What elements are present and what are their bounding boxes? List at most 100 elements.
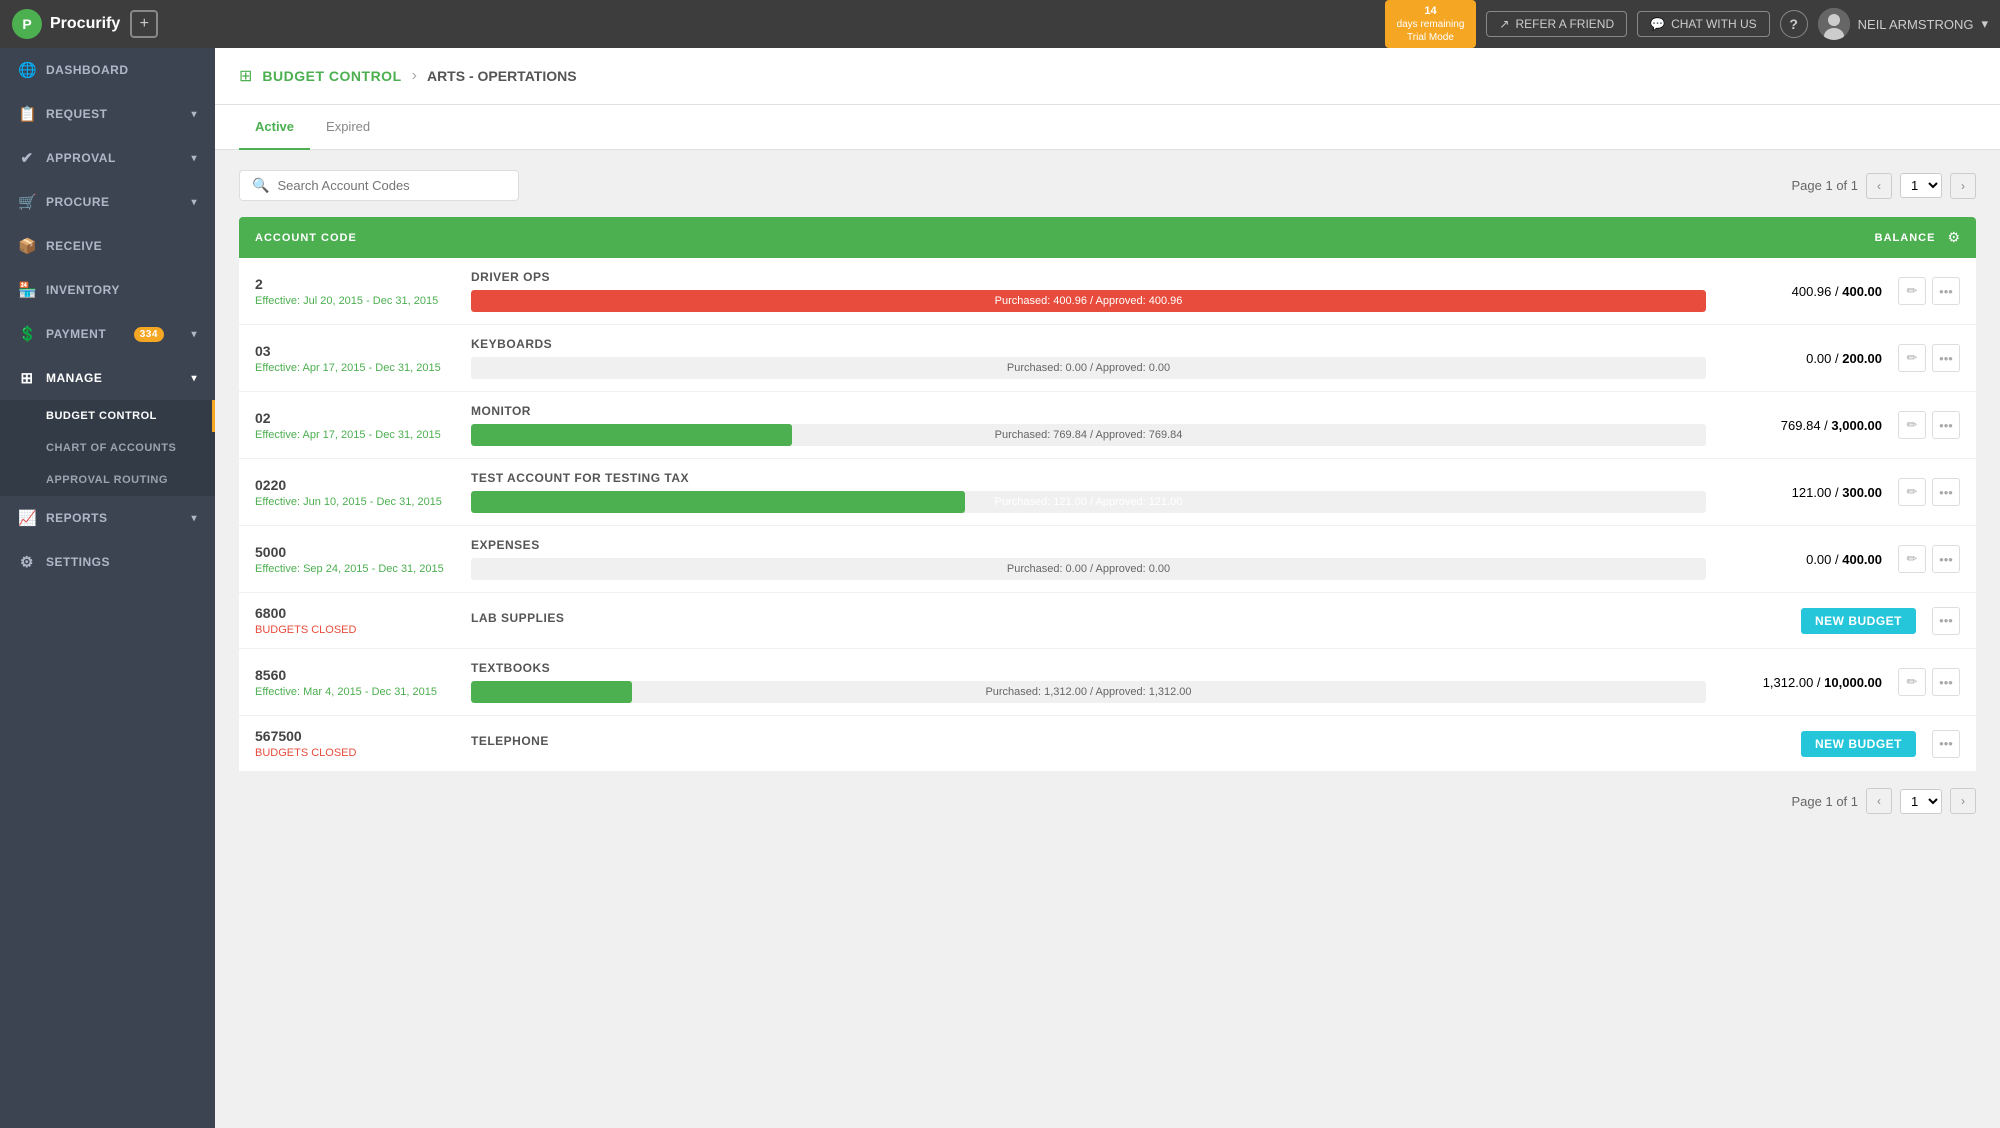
chat-icon: 💬 — [1650, 17, 1665, 31]
row-code-section: 567500 BUDGETS CLOSED — [255, 728, 455, 759]
receive-icon: 📦 — [18, 237, 36, 255]
row-code-section: 03 Effective: Apr 17, 2015 - Dec 31, 201… — [255, 343, 455, 374]
tab-expired[interactable]: Expired — [310, 105, 386, 150]
table-row: 5000 Effective: Sep 24, 2015 - Dec 31, 2… — [239, 526, 1976, 593]
sidebar-item-procure[interactable]: 🛒 PROCURE ▾ — [0, 180, 215, 224]
more-button[interactable]: ••• — [1932, 277, 1960, 305]
search-icon: 🔍 — [252, 177, 269, 194]
dashboard-icon: 🌐 — [18, 61, 36, 79]
row-middle: LAB SUPPLIES — [471, 611, 1740, 631]
approval-icon: ✔ — [18, 149, 36, 167]
chat-button[interactable]: 💬 CHAT WITH US — [1637, 11, 1770, 37]
new-budget-button[interactable]: NEW BUDGET — [1801, 731, 1916, 757]
row-balance: NEW BUDGET — [1756, 608, 1916, 634]
edit-button[interactable]: ✏ — [1898, 478, 1926, 506]
more-button[interactable]: ••• — [1932, 668, 1960, 696]
sidebar-item-inventory[interactable]: 🏪 INVENTORY — [0, 268, 215, 312]
table-row: 6800 BUDGETS CLOSED LAB SUPPLIES NEW BUD… — [239, 593, 1976, 649]
row-code-section: 0220 Effective: Jun 10, 2015 - Dec 31, 2… — [255, 477, 455, 508]
sidebar-item-approval-routing[interactable]: APPROVAL ROUTING — [0, 464, 215, 496]
edit-button[interactable]: ✏ — [1898, 277, 1926, 305]
sidebar-item-chart-of-accounts[interactable]: CHART OF ACCOUNTS — [0, 432, 215, 464]
help-button[interactable]: ? — [1780, 10, 1808, 38]
chevron-down-icon: ▾ — [191, 513, 197, 524]
table-settings-icon[interactable]: ⚙ — [1947, 229, 1960, 246]
account-code: 03 — [255, 343, 455, 359]
manage-icon: ⊞ — [18, 369, 36, 387]
sidebar-item-payment[interactable]: 💲 PAYMENT 334 ▾ — [0, 312, 215, 356]
edit-button[interactable]: ✏ — [1898, 668, 1926, 696]
tab-active[interactable]: Active — [239, 105, 310, 150]
logo-text: Procurify — [50, 15, 120, 33]
breadcrumb-link[interactable]: BUDGET CONTROL — [262, 68, 401, 84]
more-button[interactable]: ••• — [1932, 545, 1960, 573]
breadcrumb-separator: › — [412, 67, 417, 85]
row-actions: ✏ ••• — [1898, 411, 1960, 439]
sidebar-item-request[interactable]: 📋 REQUEST ▾ — [0, 92, 215, 136]
bottom-prev-button[interactable]: ‹ — [1866, 788, 1892, 814]
row-actions: ✏ ••• — [1898, 545, 1960, 573]
table-row: 02 Effective: Apr 17, 2015 - Dec 31, 201… — [239, 392, 1976, 459]
account-code: 8560 — [255, 667, 455, 683]
effective-date: Effective: Apr 17, 2015 - Dec 31, 2015 — [255, 362, 455, 374]
page-info: Page 1 of 1 — [1792, 178, 1859, 193]
prev-page-button[interactable]: ‹ — [1866, 173, 1892, 199]
sidebar-item-settings[interactable]: ⚙ SETTINGS — [0, 540, 215, 584]
account-code: 6800 — [255, 605, 455, 621]
row-middle: EXPENSES Purchased: 0.00 / Approved: 0.0… — [471, 538, 1706, 580]
search-box: 🔍 — [239, 170, 519, 201]
sidebar: 🌐 DASHBOARD 📋 REQUEST ▾ ✔ APPROVAL ▾ 🛒 P… — [0, 48, 215, 1128]
more-button[interactable]: ••• — [1932, 478, 1960, 506]
more-button[interactable]: ••• — [1932, 730, 1960, 758]
account-code: 02 — [255, 410, 455, 426]
sidebar-item-budget-control[interactable]: BUDGET CONTROL — [0, 400, 215, 432]
table-header: ACCOUNT CODE BALANCE ⚙ — [239, 217, 1976, 258]
submenu-label: CHART OF ACCOUNTS — [46, 442, 176, 454]
add-button[interactable]: + — [130, 10, 158, 38]
user-chevron: ▾ — [1981, 16, 1988, 32]
refer-friend-button[interactable]: ↗ REFER A FRIEND — [1486, 11, 1627, 37]
progress-bar: Purchased: 0.00 / Approved: 0.00 — [471, 558, 1706, 580]
chevron-down-icon: ▾ — [191, 197, 197, 208]
search-input[interactable] — [277, 178, 506, 193]
sidebar-item-receive[interactable]: 📦 RECEIVE — [0, 224, 215, 268]
sidebar-item-reports[interactable]: 📈 REPORTS ▾ — [0, 496, 215, 540]
row-code-section: 02 Effective: Apr 17, 2015 - Dec 31, 201… — [255, 410, 455, 441]
row-actions: ✏ ••• — [1898, 277, 1960, 305]
row-middle: DRIVER OPS Purchased: 400.96 / Approved:… — [471, 270, 1706, 312]
procure-icon: 🛒 — [18, 193, 36, 211]
page-select[interactable]: 1 — [1900, 173, 1942, 198]
sidebar-item-label: REQUEST — [46, 107, 108, 121]
user-menu[interactable]: NEIL ARMSTRONG ▾ — [1818, 8, 1988, 40]
edit-button[interactable]: ✏ — [1898, 411, 1926, 439]
row-actions: ••• — [1932, 730, 1960, 758]
effective-date: Effective: Apr 17, 2015 - Dec 31, 2015 — [255, 429, 455, 441]
sidebar-item-label: DASHBOARD — [46, 63, 129, 77]
edit-button[interactable]: ✏ — [1898, 545, 1926, 573]
more-button[interactable]: ••• — [1932, 607, 1960, 635]
progress-bar: Purchased: 0.00 / Approved: 0.00 — [471, 357, 1706, 379]
sidebar-item-manage[interactable]: ⊞ MANAGE ▾ — [0, 356, 215, 400]
more-button[interactable]: ••• — [1932, 411, 1960, 439]
sidebar-item-approval[interactable]: ✔ APPROVAL ▾ — [0, 136, 215, 180]
account-code: 567500 — [255, 728, 455, 744]
more-button[interactable]: ••• — [1932, 344, 1960, 372]
pagination: Page 1 of 1 ‹ 1 › — [1792, 173, 1977, 199]
account-code: 2 — [255, 276, 455, 292]
row-balance: 400.96 / 400.00 — [1722, 284, 1882, 299]
app-body: 🌐 DASHBOARD 📋 REQUEST ▾ ✔ APPROVAL ▾ 🛒 P… — [0, 48, 2000, 1128]
row-code-section: 2 Effective: Jul 20, 2015 - Dec 31, 2015 — [255, 276, 455, 307]
row-actions: ••• — [1932, 607, 1960, 635]
new-budget-button[interactable]: NEW BUDGET — [1801, 608, 1916, 634]
progress-text: Purchased: 769.84 / Approved: 769.84 — [471, 424, 1706, 446]
row-balance: 1,312.00 / 10,000.00 — [1722, 675, 1882, 690]
bottom-page-select[interactable]: 1 — [1900, 789, 1942, 814]
bottom-next-button[interactable]: › — [1950, 788, 1976, 814]
next-page-button[interactable]: › — [1950, 173, 1976, 199]
avatar — [1818, 8, 1850, 40]
sidebar-item-dashboard[interactable]: 🌐 DASHBOARD — [0, 48, 215, 92]
payment-icon: 💲 — [18, 325, 36, 343]
edit-button[interactable]: ✏ — [1898, 344, 1926, 372]
budget-table: ACCOUNT CODE BALANCE ⚙ 2 Effective: Jul … — [239, 217, 1976, 772]
row-middle: TELEPHONE — [471, 734, 1740, 754]
